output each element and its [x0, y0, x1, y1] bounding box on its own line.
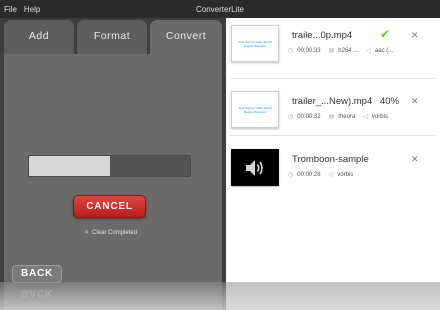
close-icon: ✕ [411, 96, 419, 106]
audio-codec: vorbis [337, 171, 354, 178]
film-icon: ▤ [328, 48, 335, 54]
close-icon: ✕ [411, 154, 419, 164]
list-item: Test Source Video World Region Wonders t… [226, 18, 440, 84]
file-queue: Test Source Video World Region Wonders t… [226, 18, 440, 282]
item-meta: ◷ 00:00:28 ◁ vorbis [288, 171, 354, 179]
cancel-button[interactable]: CANCEL [73, 195, 146, 218]
duration: 00:00:32 [297, 113, 321, 120]
video-codec: theora [338, 113, 356, 120]
tab-bar: Add Format Convert [4, 20, 222, 54]
back-button[interactable]: BACK [12, 265, 62, 283]
title-bar: File Help ConverterLite [0, 0, 440, 18]
clock-icon: ◷ [288, 172, 294, 178]
conversion-progress-bar [28, 155, 191, 177]
item-meta: ◷ 00:00:33 ▤ h264 ... ◁ aac (... [288, 47, 394, 55]
tab-format[interactable]: Format [77, 20, 147, 54]
remove-item-button[interactable]: ✕ [411, 96, 419, 107]
bottom-reflection-area [0, 282, 440, 310]
left-panel: Add Format Convert CANCEL ✕ Clear Complet… [0, 18, 226, 310]
close-icon: ✕ [84, 230, 90, 236]
window-title: ConverterLite [195, 5, 245, 14]
video-thumbnail: Test Source Video World Region Wonders [231, 91, 279, 128]
clear-completed-link[interactable]: ✕ Clear Completed [84, 229, 137, 236]
list-item: Test Source Video World Region Wonders t… [226, 84, 440, 150]
duration: 00:00:28 [297, 171, 321, 178]
item-meta: ◷ 00:00:32 ▤ theora ◁ vorbis [288, 113, 388, 121]
file-name: traile...0p.mp4 [292, 30, 353, 41]
remove-item-button[interactable]: ✕ [411, 30, 419, 41]
check-icon: ✔ [380, 27, 391, 41]
clear-completed-label: Clear Completed [92, 230, 138, 236]
progress-fill [29, 156, 110, 176]
speaker-icon: ◁ [363, 114, 368, 120]
speaker-icon [246, 159, 263, 176]
divider [230, 78, 436, 79]
remove-item-button[interactable]: ✕ [411, 154, 419, 165]
list-item: Tromboon-sample ✕ ◷ 00:00:28 ◁ vorbis [226, 142, 440, 208]
progress-percent: 40% [380, 96, 400, 107]
divider [230, 135, 436, 136]
audio-thumbnail [231, 149, 279, 186]
file-name: Tromboon-sample [292, 154, 369, 165]
video-thumbnail: Test Source Video World Region Wonders [231, 25, 279, 62]
clock-icon: ◷ [288, 48, 294, 54]
audio-codec: vorbis [371, 113, 388, 120]
speaker-icon: ◁ [328, 172, 334, 178]
clock-icon: ◷ [288, 114, 294, 120]
duration: 00:00:33 [297, 47, 321, 54]
film-icon: ▤ [328, 114, 335, 120]
close-icon: ✕ [411, 30, 419, 40]
video-codec: h264 ... [338, 47, 359, 54]
tab-convert[interactable]: Convert [150, 20, 222, 54]
speaker-icon: ◁ [366, 48, 371, 54]
audio-codec: aac (... [374, 47, 394, 54]
tab-add[interactable]: Add [4, 20, 74, 54]
file-name: trailer_...New).mp4 [292, 96, 373, 107]
